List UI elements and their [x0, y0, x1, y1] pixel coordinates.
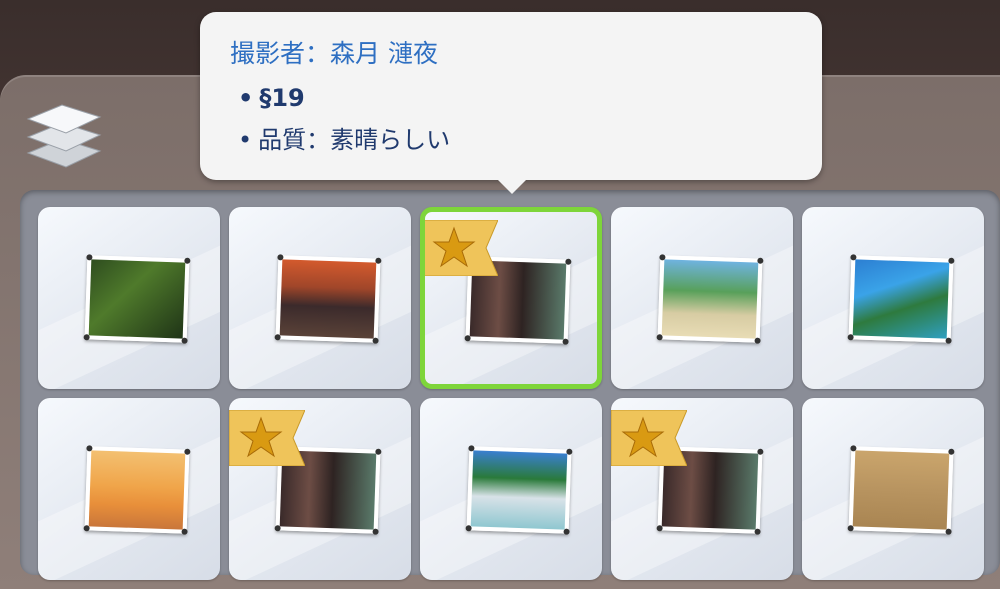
photo-tile[interactable] — [229, 207, 411, 389]
photo-thumbnail — [656, 254, 764, 344]
photo-tile[interactable] — [611, 398, 793, 580]
bullet: • — [238, 126, 253, 154]
star-icon — [229, 410, 305, 466]
photo-tile[interactable] — [38, 398, 220, 580]
photo-tile[interactable] — [611, 207, 793, 389]
star-icon — [611, 410, 687, 466]
photographer-label: 撮影者：森月 漣夜 — [230, 39, 438, 68]
price-value: 19 — [271, 84, 305, 112]
quality-value: 品質：素晴らしい — [258, 126, 451, 154]
bullet: • — [238, 84, 254, 112]
photo-thumbnail — [465, 445, 573, 535]
photo-thumbnail — [83, 445, 191, 535]
simoleon-icon: § — [259, 84, 272, 112]
photo-tile[interactable] — [38, 207, 220, 389]
photo-tile[interactable] — [802, 207, 984, 389]
photo-tile[interactable] — [802, 398, 984, 580]
photo-tile[interactable] — [420, 207, 602, 389]
photo-tile[interactable] — [420, 398, 602, 580]
price-line: • §19 — [238, 84, 305, 112]
photo-thumbnail — [847, 254, 955, 344]
photo-thumbnail — [847, 445, 955, 535]
quality-line: • 品質：素晴らしい — [238, 120, 450, 155]
photo-tooltip: 撮影者：森月 漣夜 • §19 • 品質：素晴らしい — [200, 12, 822, 194]
photo-thumbnail — [83, 254, 191, 344]
star-icon — [425, 220, 498, 276]
photo-tile[interactable] — [229, 398, 411, 580]
layers-icon[interactable] — [22, 93, 104, 177]
photo-thumbnail — [274, 254, 382, 344]
